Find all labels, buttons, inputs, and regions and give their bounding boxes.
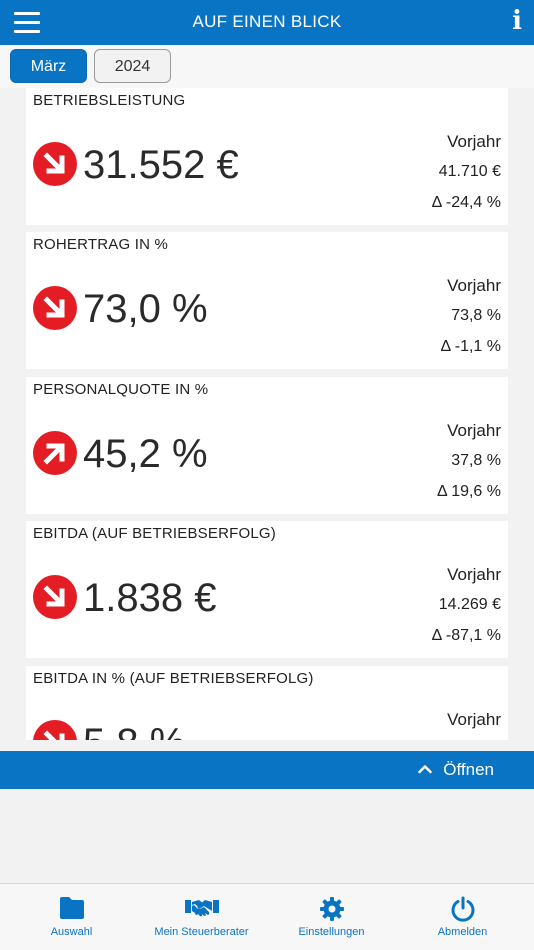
nav-label: Mein Steuerberater (154, 926, 249, 938)
previous-year-value: 41.710 € (438, 163, 501, 180)
nav-item-auswahl[interactable]: Auswahl (5, 884, 138, 950)
kpi-card[interactable]: BETRIEBSLEISTUNG 31.552 € Vorjahr 41.710… (26, 88, 508, 225)
previous-year-value: 14.269 € (438, 596, 501, 613)
trend-down-icon (33, 286, 77, 330)
previous-year-value: 37,8 % (451, 452, 501, 469)
nav-label: Auswahl (50, 926, 93, 938)
kpi-card[interactable]: EBITDA IN % (AUF BETRIEBSERFOLG) 5,8 % V… (26, 666, 508, 740)
kpi-value: 5,8 % (83, 721, 185, 740)
kpi-title: EBITDA IN % (AUF BETRIEBSERFOLG) (33, 670, 314, 687)
year-selector[interactable]: 2024 (94, 49, 171, 83)
kpi-value: 1.838 € (83, 576, 217, 620)
delta-value: Δ -87,1 % (431, 627, 501, 644)
nav-item-mein-steuerberater[interactable]: Mein Steuerberater (135, 884, 268, 950)
kpi-value: 31.552 € (83, 143, 239, 187)
open-details-bar[interactable]: Öffnen (0, 751, 534, 789)
kpi-title: ROHERTRAG IN % (33, 236, 169, 253)
top-bar: AUF EINEN BLICK i (0, 0, 534, 45)
info-icon[interactable]: i (512, 6, 522, 36)
kpi-value: 45,2 % (83, 432, 208, 476)
previous-year-label: Vorjahr (447, 276, 501, 295)
month-selector[interactable]: März (10, 49, 87, 83)
previous-year-label: Vorjahr (447, 710, 501, 729)
kpi-card[interactable]: ROHERTRAG IN % 73,0 % Vorjahr 73,8 % Δ -… (26, 232, 508, 369)
nav-item-einstellungen[interactable]: Einstellungen (265, 884, 398, 950)
delta-value: Δ 19,6 % (436, 483, 501, 500)
handshake-icon (184, 900, 219, 917)
kpi-card[interactable]: PERSONALQUOTE IN % 45,2 % Vorjahr 37,8 %… (26, 377, 508, 514)
nav-label: Einstellungen (298, 926, 365, 938)
page-title: AUF EINEN BLICK (192, 12, 342, 31)
nav-item-abmelden[interactable]: Abmelden (396, 884, 529, 950)
previous-year-label: Vorjahr (447, 565, 501, 584)
trend-down-icon (33, 575, 77, 619)
kpi-value: 73,0 % (83, 287, 208, 331)
kpi-title: PERSONALQUOTE IN % (33, 381, 209, 398)
filter-row: März 2024 (0, 45, 534, 88)
kpi-list[interactable]: BETRIEBSLEISTUNG 31.552 € Vorjahr 41.710… (26, 88, 508, 740)
trend-up-icon (33, 431, 77, 475)
previous-year-label: Vorjahr (447, 132, 501, 151)
previous-year-label: Vorjahr (447, 421, 501, 440)
trend-down-icon (33, 142, 77, 186)
kpi-title: BETRIEBSLEISTUNG (33, 92, 186, 109)
power-icon (451, 896, 474, 922)
delta-value: Δ -1,1 % (440, 338, 502, 355)
kpi-card[interactable]: EBITDA (AUF BETRIEBSERFOLG) 1.838 € Vorj… (26, 521, 508, 658)
delta-value: Δ -24,4 % (431, 194, 501, 211)
open-label: Öffnen (443, 760, 494, 779)
nav-label: Abmelden (437, 926, 488, 938)
bottom-nav: Auswahl Mein Steuerberater Einstellungen (0, 883, 534, 950)
chevron-up-icon (418, 765, 432, 774)
folder-icon (59, 897, 84, 919)
trend-down-icon (33, 720, 77, 740)
previous-year-value: 73,8 % (451, 307, 501, 324)
kpi-title: EBITDA (AUF BETRIEBSERFOLG) (33, 525, 276, 542)
gear-icon (319, 897, 344, 921)
